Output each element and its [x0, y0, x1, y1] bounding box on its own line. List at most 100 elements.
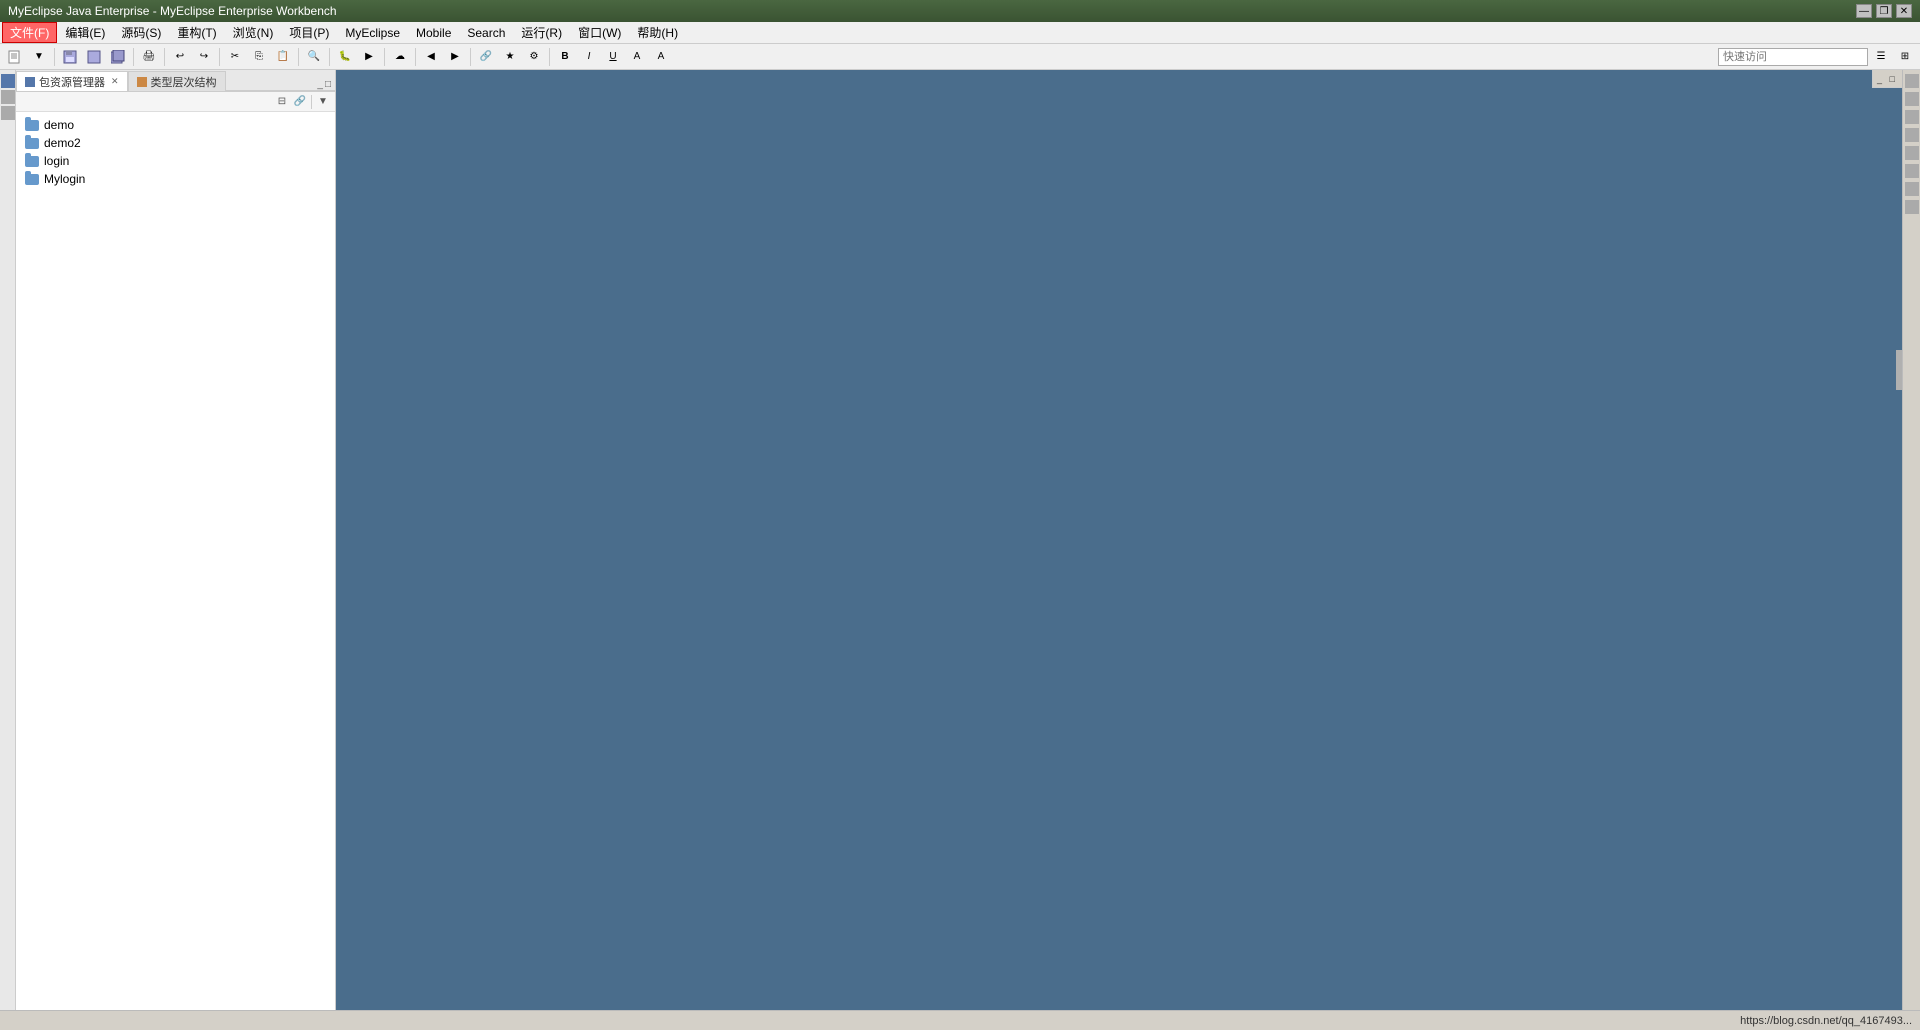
- package-explorer-icon: [25, 77, 35, 87]
- toolbar-deploy[interactable]: ☁: [389, 47, 411, 67]
- close-button[interactable]: ✕: [1896, 4, 1912, 18]
- toolbar-copy[interactable]: ⎘: [248, 47, 270, 67]
- menu-help[interactable]: 帮助(H): [629, 22, 686, 43]
- panel-toolbar: ⊟ 🔗 ▼: [16, 92, 335, 112]
- tree-item-demo-label: demo: [44, 118, 74, 132]
- folder-icon-mylogin: [24, 171, 40, 187]
- panel-view-menu[interactable]: ▼: [315, 94, 331, 110]
- tab-package-explorer-label: 包资源管理器: [39, 74, 105, 90]
- menu-edit[interactable]: 编辑(E): [57, 22, 113, 43]
- minimize-button[interactable]: —: [1856, 4, 1872, 18]
- side-icon-2[interactable]: [1, 90, 15, 104]
- folder-icon-login: [24, 153, 40, 169]
- tree-item-login-label: login: [44, 154, 69, 168]
- toolbar-cut[interactable]: ✂: [224, 47, 246, 67]
- panel-tabs: 包资源管理器 ✕ 类型层次结构 _ □: [16, 70, 335, 92]
- right-icon-5[interactable]: [1905, 146, 1919, 160]
- side-icon-1[interactable]: [1, 74, 15, 88]
- toolbar: ▼ 🖨 ↩ ↪ ✂ ⎘ 📋 🔍 🐛 ▶ ☁ ◀ ▶ 🔗 ★ ⚙ B I U A …: [0, 44, 1920, 70]
- menu-project[interactable]: 项目(P): [281, 22, 337, 43]
- tree-item-login[interactable]: login: [16, 152, 335, 170]
- toolbar-dropdown[interactable]: ▼: [28, 47, 50, 67]
- toolbar-run[interactable]: ▶: [358, 47, 380, 67]
- editor-area[interactable]: _ □: [336, 70, 1902, 1010]
- right-side-icons: [1902, 70, 1920, 1010]
- menu-navigate[interactable]: 浏览(N): [225, 22, 282, 43]
- toolbar-saveas[interactable]: [83, 47, 105, 67]
- menu-source[interactable]: 源码(S): [113, 22, 169, 43]
- status-bar: https://blog.csdn.net/qq_4167493...: [0, 1010, 1920, 1030]
- tab-type-hierarchy[interactable]: 类型层次结构: [128, 71, 226, 91]
- toolbar-sep-7: [384, 48, 385, 66]
- tab-type-hierarchy-label: 类型层次结构: [151, 74, 217, 90]
- scroll-handle[interactable]: [1896, 350, 1902, 390]
- toolbar-sep-6: [329, 48, 330, 66]
- restore-button[interactable]: ❐: [1876, 4, 1892, 18]
- toolbar-forward[interactable]: ▶: [444, 47, 466, 67]
- right-icon-7[interactable]: [1905, 182, 1919, 196]
- right-icon-3[interactable]: [1905, 110, 1919, 124]
- tree-item-demo[interactable]: demo: [16, 116, 335, 134]
- toolbar-bold[interactable]: B: [554, 47, 576, 67]
- toolbar-bookmark[interactable]: ★: [499, 47, 521, 67]
- tree-item-mylogin-label: Mylogin: [44, 172, 85, 186]
- tree-item-mylogin[interactable]: Mylogin: [16, 170, 335, 188]
- toolbar-link[interactable]: 🔗: [475, 47, 497, 67]
- toolbar-perspective2[interactable]: ⊞: [1894, 47, 1916, 67]
- toolbar-save[interactable]: [59, 47, 81, 67]
- panel-link[interactable]: 🔗: [292, 94, 308, 110]
- toolbar-paste[interactable]: 📋: [272, 47, 294, 67]
- toolbar-settings[interactable]: ⚙: [523, 47, 545, 67]
- toolbar-debug[interactable]: 🐛: [334, 47, 356, 67]
- panel-maximize[interactable]: □: [325, 79, 331, 90]
- menu-file[interactable]: 文件(F): [2, 22, 57, 43]
- tab-package-explorer[interactable]: 包资源管理器 ✕: [16, 71, 128, 91]
- folder-icon-demo2: [24, 135, 40, 151]
- toolbar-fontsize-large[interactable]: A: [650, 47, 672, 67]
- toolbar-perspective1[interactable]: ☰: [1870, 47, 1892, 67]
- menu-myeclipse[interactable]: MyEclipse: [337, 24, 408, 42]
- toolbar-saveall[interactable]: [107, 47, 129, 67]
- tab-package-explorer-close[interactable]: ✕: [111, 76, 119, 87]
- editor-controls: _ □: [1872, 70, 1902, 88]
- right-icon-6[interactable]: [1905, 164, 1919, 178]
- toolbar-undo[interactable]: ↩: [169, 47, 191, 67]
- panel-minimize[interactable]: _: [317, 79, 323, 90]
- toolbar-sep-3: [164, 48, 165, 66]
- quick-access-input[interactable]: [1718, 48, 1868, 66]
- menu-mobile[interactable]: Mobile: [408, 24, 459, 42]
- right-icon-1[interactable]: [1905, 74, 1919, 88]
- menu-search[interactable]: Search: [459, 24, 513, 42]
- tree-item-demo2-label: demo2: [44, 136, 81, 150]
- tree-item-demo2[interactable]: demo2: [16, 134, 335, 152]
- window-controls[interactable]: — ❐ ✕: [1856, 4, 1912, 18]
- editor-minimize[interactable]: _: [1877, 74, 1886, 84]
- toolbar-back[interactable]: ◀: [420, 47, 442, 67]
- toolbar-new[interactable]: [4, 47, 26, 67]
- toolbar-sep-1: [54, 48, 55, 66]
- toolbar-fontsize[interactable]: A: [626, 47, 648, 67]
- toolbar-underline[interactable]: U: [602, 47, 624, 67]
- right-icon-2[interactable]: [1905, 92, 1919, 106]
- menu-window[interactable]: 窗口(W): [570, 22, 629, 43]
- main-layout: 包资源管理器 ✕ 类型层次结构 _ □ ⊟ 🔗 ▼: [0, 70, 1920, 1010]
- right-icon-4[interactable]: [1905, 128, 1919, 142]
- editor-maximize[interactable]: □: [1890, 74, 1899, 84]
- side-icon-3[interactable]: [1, 106, 15, 120]
- toolbar-sep-2: [133, 48, 134, 66]
- menu-run[interactable]: 运行(R): [513, 22, 570, 43]
- status-url: https://blog.csdn.net/qq_4167493...: [1740, 1015, 1912, 1027]
- package-explorer-panel: 包资源管理器 ✕ 类型层次结构 _ □ ⊟ 🔗 ▼: [16, 70, 336, 1010]
- toolbar-print[interactable]: 🖨: [138, 47, 160, 67]
- right-icon-8[interactable]: [1905, 200, 1919, 214]
- toolbar-sep-8: [415, 48, 416, 66]
- panel-toolbar-sep: [311, 95, 312, 109]
- menu-refactor[interactable]: 重构(T): [169, 22, 224, 43]
- tree-content: demo demo2 login Mylogin: [16, 112, 335, 1010]
- toolbar-sep-4: [219, 48, 220, 66]
- toolbar-search[interactable]: 🔍: [303, 47, 325, 67]
- panel-collapse-all[interactable]: ⊟: [274, 94, 290, 110]
- folder-icon-demo: [24, 117, 40, 133]
- toolbar-redo[interactable]: ↪: [193, 47, 215, 67]
- toolbar-italic[interactable]: I: [578, 47, 600, 67]
